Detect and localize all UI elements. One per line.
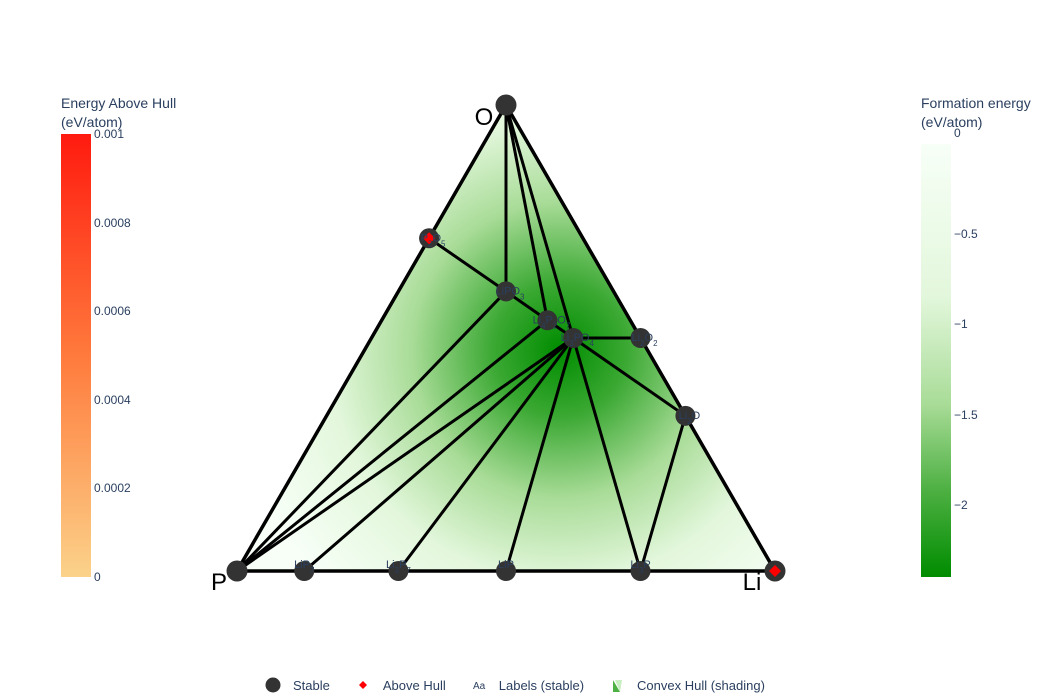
stable-point[interactable] bbox=[226, 560, 248, 582]
legend-label: Above Hull bbox=[382, 677, 446, 693]
corner-label: O bbox=[475, 104, 494, 131]
text-aa-icon: Aa bbox=[468, 676, 490, 694]
phase-label: LiP bbox=[498, 559, 514, 571]
formation-energy-colorbar bbox=[921, 144, 951, 577]
colorbar-tick: 0.001 bbox=[94, 127, 125, 141]
colorbar-tick: 0.0004 bbox=[94, 392, 131, 407]
legend-label: Convex Hull (shading) bbox=[637, 677, 765, 693]
colorbar-tick: −0.5 bbox=[954, 227, 978, 242]
colorbar-right-title: Formation energy (eV/atom) bbox=[921, 95, 1031, 130]
legend-label: Labels (stable) bbox=[498, 677, 585, 693]
corner-label: P bbox=[211, 569, 227, 596]
colorbar-tick: 0.0002 bbox=[94, 481, 131, 496]
colorbar-tick: −1 bbox=[954, 317, 968, 332]
colorbar-tick: 0.0008 bbox=[94, 215, 131, 230]
stable-point[interactable] bbox=[495, 94, 517, 116]
legend-item-above-hull[interactable]: Above Hull bbox=[352, 676, 446, 694]
legend-item-stable[interactable]: Stable bbox=[262, 676, 330, 694]
energy-above-hull-colorbar bbox=[61, 134, 91, 577]
colorbar-tick: −1.5 bbox=[954, 407, 978, 422]
colorbar-tick: 0 bbox=[954, 126, 961, 140]
colorbar-tick: 0.0006 bbox=[94, 304, 131, 319]
legend: Stable Above Hull Aa Labels (stable) Con… bbox=[262, 676, 787, 694]
svg-text:Aa: Aa bbox=[473, 681, 486, 692]
legend-item-labels[interactable]: Aa Labels (stable) bbox=[468, 676, 584, 694]
corner-label: Li bbox=[743, 569, 762, 596]
circle-dark-icon bbox=[262, 676, 284, 694]
legend-item-convex-hull[interactable]: Convex Hull (shading) bbox=[606, 676, 765, 694]
triangle-green-icon bbox=[606, 676, 628, 694]
colorbar-tick: −2 bbox=[954, 497, 968, 512]
legend-label: Stable bbox=[293, 677, 330, 693]
diamond-red-icon bbox=[352, 676, 374, 694]
colorbar-tick: 0 bbox=[94, 570, 101, 584]
